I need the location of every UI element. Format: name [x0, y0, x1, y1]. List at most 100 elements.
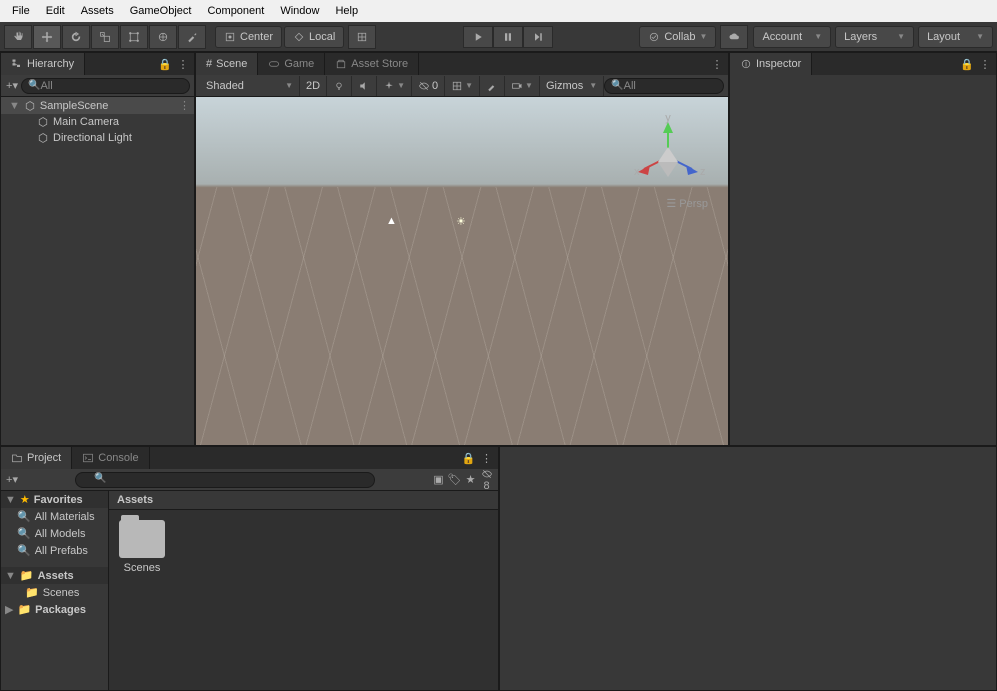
hierarchy-item[interactable]: Directional Light [1, 130, 194, 146]
rotation-toggle[interactable]: Local [284, 26, 344, 48]
folder-icon [119, 520, 165, 558]
assets-folder[interactable]: ▼📁 Assets [1, 567, 108, 584]
snap-button[interactable] [348, 25, 376, 49]
asset-folder-item[interactable]: Scenes [119, 520, 165, 574]
lock-icon[interactable]: 🔒 [158, 58, 172, 71]
custom-tool-button[interactable] [178, 25, 206, 49]
visibility-off-icon [481, 468, 493, 480]
unity-scene-icon [24, 100, 36, 112]
scene-panel: #Scene Game Asset Store ⋮ Shaded▼ 2D ▼ 0… [195, 52, 729, 446]
folder-item[interactable]: 📁 Scenes [1, 584, 108, 601]
rotate-tool-button[interactable] [62, 25, 90, 49]
move-tool-button[interactable] [33, 25, 61, 49]
packages-folder[interactable]: ▶📁 Packages [1, 601, 108, 618]
scene-tab[interactable]: #Scene [196, 53, 258, 75]
project-tree: ▼★Favorites 🔍 All Materials 🔍 All Models… [1, 491, 109, 690]
collab-dropdown[interactable]: Collab▼ [639, 26, 716, 48]
hidden-objects[interactable]: 0 [412, 76, 445, 96]
move-icon [41, 31, 53, 43]
svg-text:x: x [634, 166, 640, 178]
favorite-filter-icon[interactable]: ★ [464, 473, 478, 486]
gizmos-dropdown[interactable]: Gizmos▼ [540, 76, 604, 96]
step-icon [532, 31, 544, 43]
play-button[interactable] [463, 26, 493, 48]
breadcrumb[interactable]: Assets [109, 491, 498, 510]
svg-text:z: z [700, 166, 706, 178]
hierarchy-search[interactable]: 🔍 All [21, 78, 190, 94]
favorite-item[interactable]: 🔍 All Models [1, 525, 108, 542]
tools-button[interactable] [480, 76, 505, 96]
2d-toggle[interactable]: 2D [300, 76, 327, 96]
menu-component[interactable]: Component [199, 5, 272, 17]
hand-tool-button[interactable] [4, 25, 32, 49]
panel-menu-icon[interactable]: ⋮ [710, 58, 724, 71]
create-dropdown[interactable]: +▾ [5, 79, 19, 92]
hierarchy-item[interactable]: Main Camera [1, 114, 194, 130]
camera-icon [511, 80, 523, 92]
camera-dropdown[interactable]: ▼ [505, 76, 540, 96]
filter-by-label-icon[interactable]: 🏷 [448, 473, 462, 486]
favorite-item[interactable]: 🔍 All Prefabs [1, 542, 108, 559]
layers-dropdown[interactable]: Layers▼ [835, 26, 914, 48]
camera-gizmo-icon: ▲ [386, 215, 397, 227]
panel-menu-icon[interactable]: ⋮ [176, 58, 190, 71]
svg-text:y: y [665, 112, 671, 124]
menu-help[interactable]: Help [327, 5, 366, 17]
menu-gameobject[interactable]: GameObject [122, 5, 200, 17]
center-icon [224, 31, 236, 43]
scene-viewport[interactable]: ▲ ☀ y x z ☰ Persp [196, 97, 728, 445]
favorites-header[interactable]: ▼★Favorites [1, 491, 108, 508]
step-button[interactable] [523, 26, 553, 48]
scale-tool-button[interactable] [91, 25, 119, 49]
game-tab[interactable]: Game [258, 53, 325, 75]
store-icon [335, 58, 347, 70]
project-content: Assets Scenes [109, 491, 498, 690]
pause-button[interactable] [493, 26, 523, 48]
fx-dropdown[interactable]: ▼ [377, 76, 412, 96]
fx-icon [383, 80, 395, 92]
panel-menu-icon[interactable]: ⋮ [480, 452, 494, 465]
scene-search[interactable]: 🔍 All [604, 78, 724, 94]
panel-menu-icon[interactable]: ⋮ [978, 58, 992, 71]
lock-icon[interactable]: 🔒 [960, 58, 974, 71]
console-icon [82, 452, 94, 464]
transform-tool-button[interactable] [149, 25, 177, 49]
create-dropdown[interactable]: +▾ [5, 473, 19, 486]
lock-icon[interactable]: 🔒 [462, 452, 476, 465]
grid-dropdown[interactable]: ▼ [445, 76, 480, 96]
draw-mode-dropdown[interactable]: Shaded▼ [200, 76, 300, 96]
favorite-item[interactable]: 🔍 All Materials [1, 508, 108, 525]
menu-file[interactable]: File [4, 5, 38, 17]
grid-icon [356, 31, 368, 43]
menu-edit[interactable]: Edit [38, 5, 73, 17]
menu-assets[interactable]: Assets [73, 5, 122, 17]
tools-icon [186, 31, 198, 43]
collab-icon [648, 31, 660, 43]
scale-icon [99, 31, 111, 43]
menu-window[interactable]: Window [272, 5, 327, 17]
filter-by-type-icon[interactable]: ▣ [432, 473, 446, 486]
console-tab[interactable]: Console [72, 447, 149, 469]
scene-icon: # [206, 58, 212, 70]
scene-root-item[interactable]: ▼ SampleScene ⋮ [1, 97, 194, 114]
inspector-tab[interactable]: iInspector [730, 53, 812, 75]
layout-dropdown[interactable]: Layout▼ [918, 26, 993, 48]
scene-menu-icon[interactable]: ⋮ [179, 99, 190, 112]
lightbulb-icon [333, 80, 345, 92]
audio-toggle[interactable] [352, 76, 377, 96]
cloud-button[interactable] [720, 25, 748, 49]
project-search[interactable]: 🔍 [75, 472, 375, 488]
menu-bar: File Edit Assets GameObject Component Wi… [0, 0, 997, 22]
perspective-label[interactable]: ☰ Persp [666, 197, 708, 210]
asset-store-tab[interactable]: Asset Store [325, 53, 419, 75]
pivot-toggle[interactable]: Center [215, 26, 282, 48]
rect-tool-button[interactable] [120, 25, 148, 49]
orientation-gizmo[interactable]: y x z [628, 107, 708, 207]
hierarchy-tab[interactable]: Hierarchy [1, 53, 85, 75]
project-tab[interactable]: Project [1, 447, 72, 469]
inspector-panel: iInspector 🔒 ⋮ [729, 52, 997, 446]
hidden-packages[interactable]: 8 [480, 467, 494, 491]
lighting-toggle[interactable] [327, 76, 352, 96]
account-dropdown[interactable]: Account▼ [753, 26, 831, 48]
hierarchy-panel: Hierarchy 🔒 ⋮ +▾ 🔍 All ▼ SampleScene ⋮ Ma… [0, 52, 195, 446]
